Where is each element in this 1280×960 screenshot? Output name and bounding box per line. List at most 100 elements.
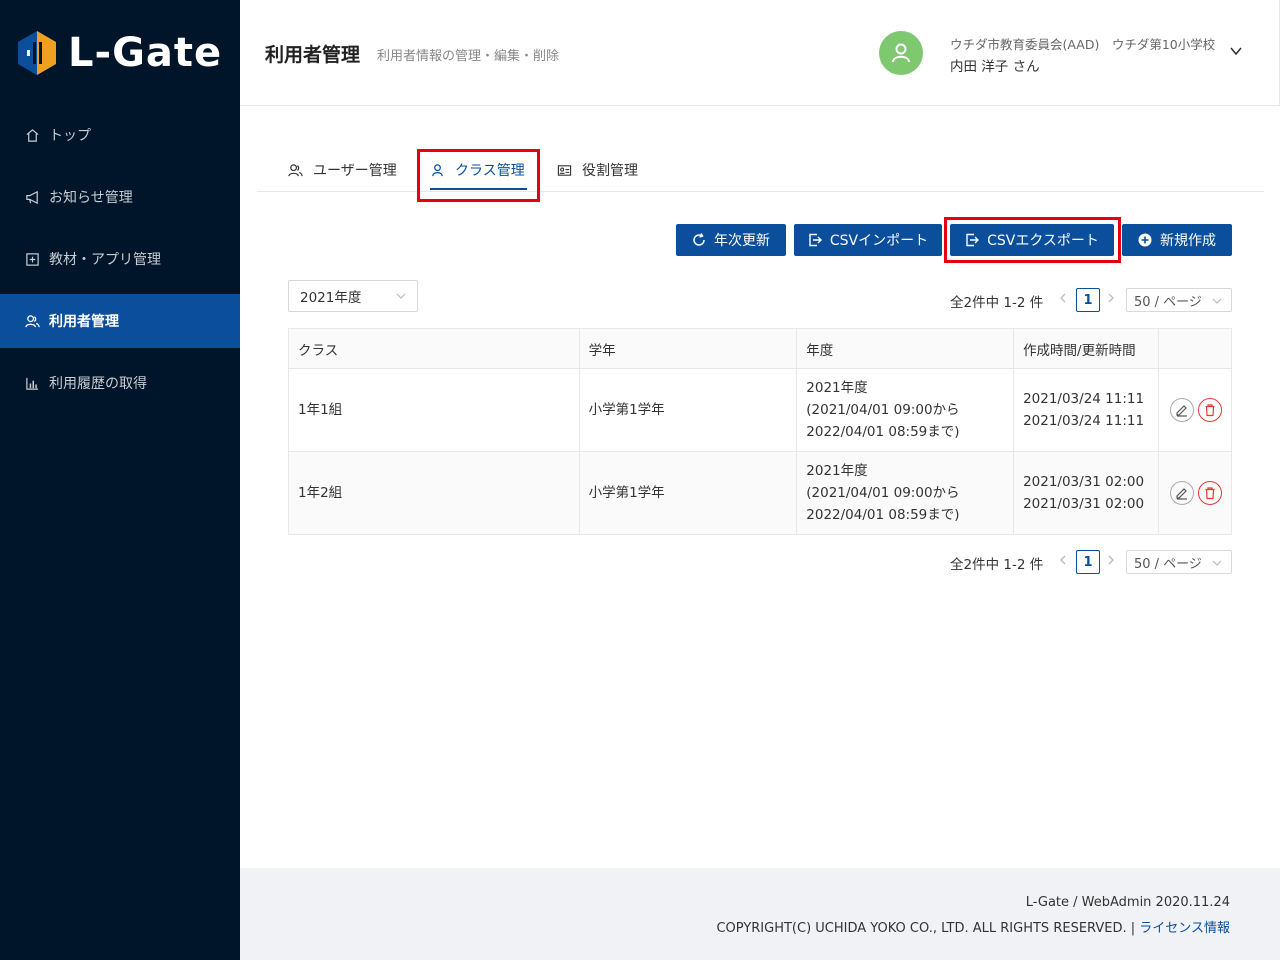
delete-button[interactable] [1197,481,1222,505]
user-name: 内田 洋子 さん [950,59,1040,75]
pencil-icon [1176,405,1187,417]
tab-bar: ユーザー管理 クラス管理 役割管理 [257,148,1264,192]
trash-icon [1205,487,1215,500]
sidebar-item-materials[interactable]: 教材・アプリ管理 [0,232,240,286]
highlight-box [944,217,1121,263]
year-label: 2021年度 [806,380,868,396]
footer: L-Gate / WebAdmin 2020.11.24 COPYRIGHT(C… [240,868,1280,960]
table-header-row: クラス 学年 年度 作成時間/更新時間 [288,328,1233,369]
sidebar-item-label: トップ [49,128,91,144]
next-page-icon[interactable] [1106,291,1116,309]
chevron-down-icon [1211,557,1223,573]
avatar[interactable] [879,31,923,75]
sidebar-item-label: 教材・アプリ管理 [49,252,161,268]
year-cell: 2021年度 (2021/04/01 09:00から 2022/04/01 08… [796,368,1015,452]
sidebar-item-top[interactable]: トップ [0,108,240,162]
button-label: 新規作成 [1160,233,1216,249]
actions-cell [1157,451,1233,535]
home-icon [24,127,40,143]
chevron-down-icon [1211,295,1223,311]
logo-text: L-Gate [68,30,223,76]
year-label: 2021年度 [806,463,868,479]
created-time: 2021/03/31 02:00 [1023,474,1145,490]
sidebar: L-Gate トップ お知らせ管理 教材・アプリ管理 利用者管理 利用履歴の取得 [0,0,240,960]
updated-time: 2021/03/31 02:00 [1023,496,1145,512]
edit-button[interactable] [1169,398,1194,422]
create-new-button[interactable]: 新規作成 [1122,224,1232,256]
next-page-icon[interactable] [1106,553,1116,571]
page-size-select[interactable]: 50 / ページ [1126,550,1232,574]
megaphone-icon [24,189,40,205]
column-header-timestamps[interactable]: 作成時間/更新時間 [1013,328,1159,369]
column-header-class[interactable]: クラス [288,328,580,369]
page-size-value: 50 / ページ [1134,294,1202,310]
license-link[interactable]: ライセンス情報 [1139,921,1230,936]
refresh-icon [692,233,706,247]
pagination-top: 全2件中 1-2 件 1 50 / ページ [950,288,1232,312]
logo[interactable]: L-Gate [0,0,240,106]
grade-cell: 小学第1学年 [578,368,798,452]
created-time: 2021/03/24 11:11 [1023,391,1145,407]
page-number[interactable]: 1 [1076,288,1100,312]
sidebar-item-notices[interactable]: お知らせ管理 [0,170,240,224]
pagination-bottom: 全2件中 1-2 件 1 50 / ページ [950,550,1232,574]
sidebar-item-history[interactable]: 利用履歴の取得 [0,356,240,410]
column-header-year[interactable]: 年度 [796,328,1015,369]
timestamp-cell: 2021/03/31 02:00 2021/03/31 02:00 [1013,451,1159,535]
sidebar-item-users[interactable]: 利用者管理 [0,294,240,348]
page-number[interactable]: 1 [1076,550,1100,574]
edit-button[interactable] [1169,481,1194,505]
tab-label: 役割管理 [582,163,638,179]
header: 利用者管理 利用者情報の管理・編集・削除 ウチダ市教育委員会(AAD) ウチダ第… [240,0,1280,106]
pencil-icon [1176,488,1187,500]
version-text: L-Gate / WebAdmin 2020.11.24 [1025,895,1230,910]
chevron-down-icon[interactable] [1229,44,1243,62]
grade-cell: 小学第1学年 [578,451,798,535]
logo-icon [16,30,58,76]
class-cell: 1年1組 [288,368,580,452]
users-icon [24,313,40,329]
class-cell: 1年2組 [288,451,580,535]
year-start: (2021/04/01 09:00から [806,402,960,418]
copyright-text: COPYRIGHT(C) UCHIDA YOKO CO., LTD. ALL R… [716,917,1230,936]
column-header-grade[interactable]: 学年 [578,328,798,369]
table-row: 1年2組 小学第1学年 2021年度 (2021/04/01 09:00から 2… [288,451,1233,535]
highlight-box [417,149,540,202]
page-title: 利用者管理 [265,44,361,66]
column-header-actions [1157,328,1233,369]
delete-button[interactable] [1197,398,1222,422]
user-icon [892,43,910,63]
trash-icon [1205,404,1215,417]
page-size-select[interactable]: 50 / ページ [1126,288,1232,312]
copyright-label: COPYRIGHT(C) UCHIDA YOKO CO., LTD. ALL R… [716,921,1140,936]
plus-circle-icon [1138,233,1152,247]
csv-import-button[interactable]: CSVインポート [794,224,942,256]
table-row: 1年1組 小学第1学年 2021年度 (2021/04/01 09:00から 2… [288,368,1233,452]
year-end: 2022/04/01 08:59まで) [806,507,960,523]
annual-update-button[interactable]: 年次更新 [676,224,786,256]
bar-chart-icon [24,375,40,391]
plus-square-icon [24,251,40,267]
year-select[interactable]: 2021年度 [288,280,418,312]
page-subtitle: 利用者情報の管理・編集・削除 [377,49,560,64]
year-end: 2022/04/01 08:59まで) [806,424,960,440]
tab-role-management[interactable]: 役割管理 [557,148,638,192]
year-select-value: 2021年度 [300,290,362,306]
tab-label: ユーザー管理 [313,163,397,179]
year-start: (2021/04/01 09:00から [806,485,960,501]
sidebar-item-label: お知らせ管理 [49,190,133,206]
page-size-value: 50 / ページ [1134,556,1202,572]
pagination-total: 全2件中 1-2 件 [950,557,1044,573]
updated-time: 2021/03/24 11:11 [1023,413,1145,429]
class-table: クラス 学年 年度 作成時間/更新時間 1年1組 小学第1学年 2021年度 (… [288,328,1233,535]
organization-name: ウチダ市教育委員会(AAD) ウチダ第10小学校 [950,37,1216,52]
button-label: CSVインポート [829,233,929,249]
import-icon [808,233,822,247]
prev-page-icon[interactable] [1058,291,1068,309]
year-cell: 2021年度 (2021/04/01 09:00から 2022/04/01 08… [796,451,1015,535]
prev-page-icon[interactable] [1058,553,1068,571]
button-label: 年次更新 [714,233,770,249]
id-card-icon [557,163,572,178]
tab-user-management[interactable]: ユーザー管理 [288,148,397,192]
chevron-down-icon [395,290,407,306]
